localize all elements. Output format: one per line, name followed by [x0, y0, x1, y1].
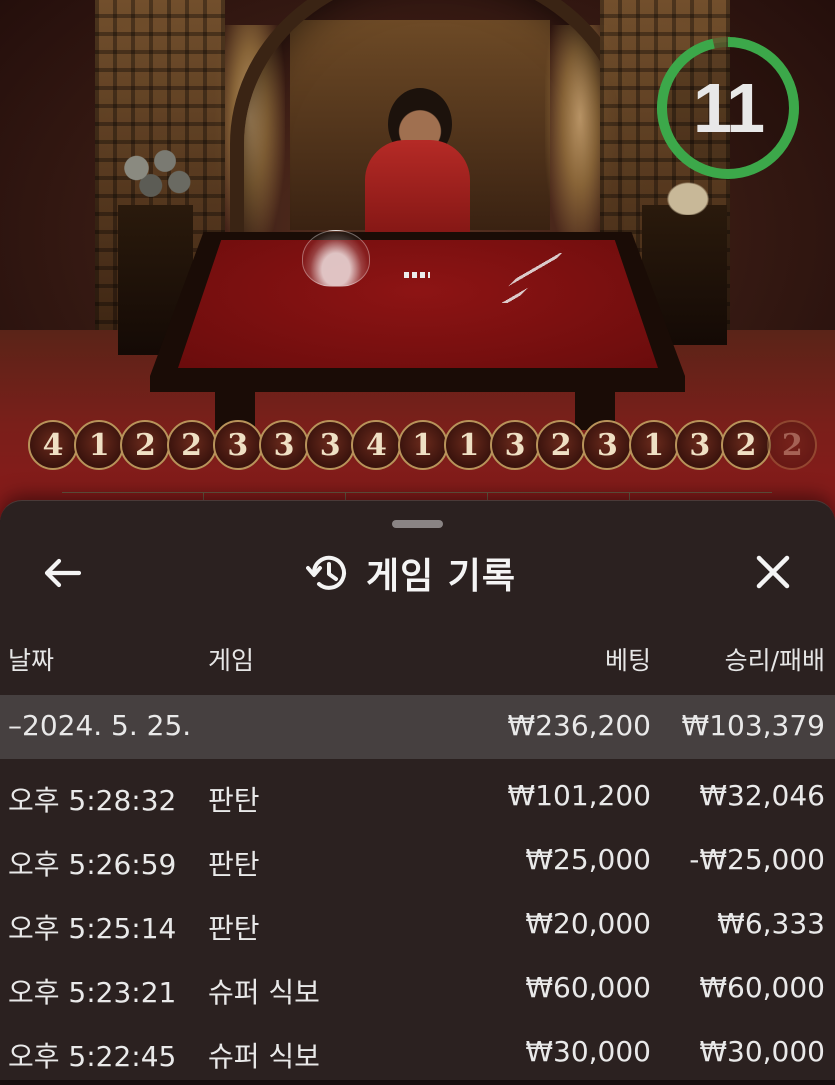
group-date: –2024. 5. 25. [8, 709, 192, 742]
row-bet: ₩25,000 [525, 843, 651, 876]
row-win-loss: ₩32,046 [699, 779, 825, 812]
road-result-chip: 1 [628, 420, 679, 470]
road-result-chip: 3 [674, 420, 725, 470]
col-bet: 베팅 [604, 646, 651, 675]
road-result-chip: 4 [351, 420, 402, 470]
row-time: 오후 5:28:32 [8, 784, 177, 817]
road-result-chip: 3 [582, 420, 633, 470]
row-game: 슈퍼 식보 [208, 1040, 320, 1073]
row-win-loss: ₩30,000 [699, 1035, 825, 1068]
row-win-loss: -₩25,000 [689, 843, 825, 876]
road-result-chip: 2 [166, 420, 217, 470]
timer-value: 11 [693, 69, 765, 147]
row-game: 판탄 [208, 912, 260, 945]
road-result-chip: 3 [212, 420, 263, 470]
history-row[interactable]: 오후 5:22:45 슈퍼 식보 ₩30,000 ₩30,000 [0, 1021, 835, 1085]
road-result-chip: 3 [259, 420, 310, 470]
col-win-loss: 승리/패배 [724, 646, 825, 675]
panel-title: 게임 기록 [366, 556, 517, 597]
road-result-chip: 1 [397, 420, 448, 470]
history-row[interactable]: 오후 5:26:59 판탄 ₩25,000 -₩25,000 [0, 829, 835, 893]
row-game: 판탄 [208, 848, 260, 881]
group-win-loss-total: ₩103,379 [681, 709, 825, 742]
row-time: 오후 5:23:21 [8, 976, 177, 1009]
row-time: 오후 5:22:45 [8, 1040, 177, 1073]
row-bet: ₩60,000 [525, 971, 651, 1004]
table-felt [178, 240, 658, 368]
history-row[interactable]: 오후 5:28:32 판탄 ₩101,200 ₩32,046 [0, 765, 835, 829]
glass-dome [302, 230, 370, 287]
close-icon [756, 555, 790, 589]
back-button[interactable] [42, 553, 82, 593]
row-win-loss: ₩60,000 [699, 971, 825, 1004]
bonsai-plant [108, 140, 203, 210]
arrow-left-icon [44, 558, 81, 588]
road-result-chip: 3 [490, 420, 541, 470]
road-result-chip: 3 [305, 420, 356, 470]
date-group-row[interactable]: –2024. 5. 25. ₩236,200 ₩103,379 [0, 695, 835, 759]
road-result-chip: 2 [536, 420, 587, 470]
table-header: 날짜 게임 베팅 승리/패배 [0, 641, 835, 681]
road-result-chip: 2 [120, 420, 171, 470]
row-bet: ₩20,000 [525, 907, 651, 940]
countdown-timer: 11 [653, 33, 803, 183]
panel-header: 게임 기록 [306, 545, 516, 601]
row-bet: ₩30,000 [525, 1035, 651, 1068]
game-history-panel: 게임 기록 날짜 게임 베팅 승리/패배 –2024. 5. 25. ₩236,… [0, 500, 835, 1080]
history-clock-icon [306, 555, 346, 590]
row-game: 슈퍼 식보 [208, 976, 320, 1009]
row-time: 오후 5:25:14 [8, 912, 177, 945]
results-road: 41223334113231322 [28, 420, 818, 472]
road-result-chip: 1 [74, 420, 125, 470]
road-result-chip: 2 [767, 420, 818, 470]
drag-handle[interactable] [392, 520, 443, 528]
row-bet: ₩101,200 [507, 779, 651, 812]
history-row[interactable]: 오후 5:23:21 슈퍼 식보 ₩60,000 ₩60,000 [0, 957, 835, 1021]
row-win-loss: ₩6,333 [717, 907, 825, 940]
history-row[interactable]: 오후 5:25:14 판탄 ₩20,000 ₩6,333 [0, 893, 835, 957]
row-time: 오후 5:26:59 [8, 848, 177, 881]
col-date: 날짜 [8, 646, 55, 675]
row-game: 판탄 [208, 784, 260, 817]
bead-group [404, 272, 430, 278]
road-result-chip: 1 [443, 420, 494, 470]
road-result-chip: 4 [28, 420, 78, 470]
close-button[interactable] [752, 551, 794, 593]
col-game: 게임 [208, 646, 255, 675]
group-bet-total: ₩236,200 [507, 709, 651, 742]
road-result-chip: 2 [721, 420, 772, 470]
